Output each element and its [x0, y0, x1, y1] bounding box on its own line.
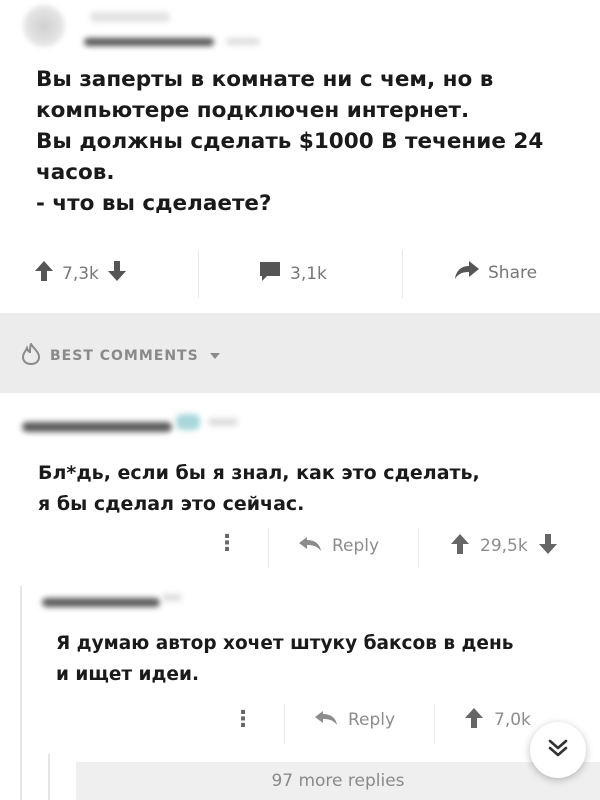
- vote-group: 7,3k: [34, 260, 127, 287]
- blurred-username: [42, 598, 160, 607]
- more-options-icon[interactable]: ⋮: [232, 709, 254, 731]
- share-label: Share: [488, 262, 538, 283]
- more-options-icon[interactable]: ⋮: [216, 533, 238, 555]
- post-line: компьютере подключен интернет.: [36, 98, 470, 123]
- post-line: часов.: [36, 160, 115, 185]
- more-replies-button[interactable]: 97 more replies: [76, 762, 600, 800]
- reply-label: Reply: [348, 710, 396, 730]
- post-header: [0, 0, 600, 60]
- reply-icon: [314, 710, 338, 731]
- reply-icon: [298, 536, 322, 557]
- blurred-time: [226, 38, 260, 45]
- double-chevron-down-icon: [546, 736, 570, 764]
- sort-label: BEST COMMENTS: [50, 348, 199, 364]
- reply-label: Reply: [332, 536, 380, 556]
- comment-icon: [258, 260, 282, 287]
- comment-line: Я думаю автор хочет штуку баксов в день: [56, 633, 514, 654]
- blurred-badge: [176, 414, 200, 430]
- scroll-down-button[interactable]: [530, 722, 586, 778]
- blurred-time: [208, 418, 238, 426]
- post-text: Вы заперты в комнате ни с чем, но в комп…: [36, 64, 576, 219]
- divider: [198, 250, 199, 298]
- comment-text: Бл*дь, если бы я знал, как это сделать, …: [38, 458, 480, 520]
- chevron-down-icon: [209, 348, 221, 364]
- blurred-time: [162, 594, 182, 601]
- blurred-meta: [84, 38, 214, 46]
- post-actions: 7,3k 3,1k Share: [0, 250, 600, 298]
- avatar[interactable]: [22, 4, 66, 48]
- blurred-username: [90, 12, 170, 22]
- reply-button[interactable]: Reply: [298, 526, 379, 566]
- flame-icon: [21, 341, 41, 369]
- reply-text: Я думаю автор хочет штуку баксов в день …: [56, 628, 513, 690]
- upvote-icon[interactable]: [450, 533, 470, 560]
- divider: [402, 250, 403, 298]
- upvote-icon[interactable]: [464, 707, 484, 734]
- downvote-icon[interactable]: [107, 260, 127, 287]
- post-line: Вы должны сделать $1000 В течение 24: [36, 129, 544, 154]
- comment-count: 3,1k: [290, 263, 327, 284]
- divider: [284, 704, 285, 744]
- thread-line: [48, 754, 50, 800]
- comment-score: 29,5k: [480, 536, 528, 556]
- comment-vote-group: 29,5k: [450, 526, 558, 566]
- divider: [418, 528, 419, 568]
- reply-button[interactable]: Reply: [314, 700, 395, 740]
- divider: [434, 704, 435, 744]
- blurred-username: [22, 422, 172, 432]
- comment-vote-group: 7,0k: [464, 700, 531, 740]
- divider: [268, 528, 269, 568]
- upvote-icon[interactable]: [34, 260, 54, 287]
- sort-comments-dropdown[interactable]: BEST COMMENTS: [21, 341, 221, 369]
- downvote-icon[interactable]: [538, 533, 558, 560]
- share-icon: [454, 260, 480, 285]
- thread-line: [20, 586, 22, 800]
- post-upvote-count: 7,3k: [62, 263, 99, 284]
- comment-score: 7,0k: [494, 710, 531, 730]
- comments-button[interactable]: 3,1k: [258, 260, 327, 287]
- comment-line: Бл*дь, если бы я знал, как это сделать,: [38, 462, 480, 484]
- share-button[interactable]: Share: [454, 260, 537, 285]
- comment-line: я бы сделал это сейчас.: [38, 493, 305, 515]
- post-line: Вы заперты в комнате ни с чем, но в: [36, 67, 494, 92]
- post-line: - что вы сделаете?: [36, 191, 272, 216]
- comment-line: и ищет идеи.: [56, 664, 199, 685]
